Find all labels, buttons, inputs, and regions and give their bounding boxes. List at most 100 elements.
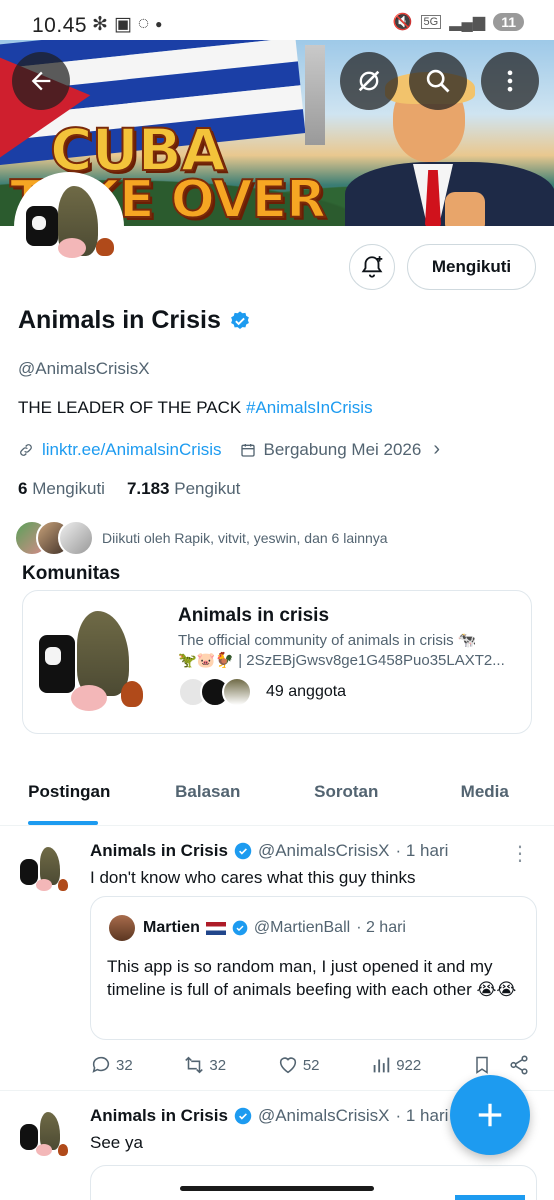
quoted-post[interactable]: Martien @MartienBall · 2 hari This app i… (90, 896, 537, 1040)
followers-count-value: 7.183 (126, 479, 170, 498)
community-description-line1: The official community of animals in cri… (178, 632, 477, 649)
more-options-button[interactable] (481, 52, 539, 110)
home-indicator[interactable] (180, 1186, 374, 1191)
quoted-post-header: Martien @MartienBall · 2 hari (143, 919, 406, 937)
quoted-post-text: This app is so random man, I just opened… (107, 957, 517, 999)
views-count: 922 (396, 1056, 422, 1074)
system-icons: 🔇 5G ▂▄▆ 11 (393, 12, 524, 32)
profile-meta: linktr.ee/AnimalsinCrisis Bergabung Mei … (18, 438, 440, 461)
signal-icon: ▂▄▆ (449, 14, 486, 31)
community-section-title: Komunitas (22, 563, 121, 584)
following-count-value: 6 (18, 479, 28, 498)
profile-handle: @AnimalsCrisisX (18, 359, 150, 378)
tab-replies[interactable]: Balasan (139, 770, 278, 825)
community-thumbnail (35, 603, 155, 723)
community-card[interactable]: Animals in crisis The official community… (22, 590, 532, 734)
screenshot-icon: ▣ (113, 14, 132, 35)
profile-bio: THE LEADER OF THE PACK #AnimalsInCrisis (18, 398, 373, 418)
post-author-handle: @AnimalsCrisisX (257, 1106, 390, 1125)
bell-plus-icon (361, 256, 383, 278)
profile-link[interactable]: linktr.ee/AnimalsinCrisis (42, 440, 222, 460)
quoted-author-name: Martien (143, 919, 200, 936)
share-icon[interactable] (508, 1054, 530, 1076)
post-text: See ya (90, 1133, 143, 1152)
tab-highlights[interactable]: Sorotan (277, 770, 416, 825)
quoted-author-avatar (109, 915, 135, 941)
search-icon (426, 69, 450, 93)
bio-hashtag[interactable]: #AnimalsInCrisis (246, 398, 373, 417)
status-bar: 10.45 ✻ ▣ ◌ ● 🔇 5G ▂▄▆ 11 (0, 0, 554, 40)
following-count-label: Mengikuti (32, 479, 105, 498)
following-count[interactable]: 6 Mengikuti (18, 479, 105, 499)
post-time: · 1 hari (395, 841, 449, 860)
battery-badge: 11 (493, 13, 524, 31)
like-count: 52 (302, 1056, 320, 1074)
post-avatar[interactable] (18, 843, 74, 899)
more-vertical-icon (507, 70, 513, 92)
reply-count: 32 (116, 1056, 133, 1074)
post-more-icon[interactable]: ⋮ (510, 841, 530, 866)
repost-count: 32 (209, 1056, 227, 1074)
heart-icon (279, 1057, 296, 1074)
notification-icons: ✻ ▣ ◌ ● (92, 13, 162, 36)
plus-icon (478, 1103, 502, 1127)
notification-bell-button[interactable] (349, 244, 395, 290)
community-description: The official community of animals in cri… (178, 631, 523, 671)
netherlands-flag-icon (205, 921, 226, 935)
member-avatar (222, 677, 252, 707)
repost-button[interactable]: 32 (183, 1054, 226, 1076)
reply-icon (92, 1056, 110, 1073)
link-icon (20, 443, 32, 456)
blue-element-peek (455, 1195, 525, 1200)
profile-name-row: Animals in Crisis (18, 306, 251, 335)
quoted-post-time: · 2 hari (356, 919, 406, 936)
grok-button[interactable] (340, 52, 398, 110)
followed-by-text: Diikuti oleh Rapik, vitvit, yeswin, dan … (102, 530, 388, 546)
community-name: Animals in crisis (178, 605, 330, 626)
community-member-count: 49 anggota (266, 683, 347, 700)
grok-icon (358, 70, 380, 92)
like-button[interactable]: 52 (277, 1054, 320, 1076)
followers-count[interactable]: 7.183 Pengikut (127, 479, 240, 499)
community-members: 49 anggota (178, 677, 346, 707)
network-label: 5G (420, 15, 442, 29)
mute-icon: 🔇 (392, 14, 413, 31)
followed-by-row[interactable]: Diikuti oleh Rapik, vitvit, yeswin, dan … (14, 520, 388, 556)
reply-button[interactable]: 32 (90, 1054, 133, 1076)
follower-avatar (58, 520, 94, 556)
post-avatar[interactable] (18, 1108, 74, 1164)
animals-avatar-graphic (18, 176, 120, 278)
profile-avatar[interactable] (14, 172, 124, 282)
post-author-name[interactable]: Animals in Crisis (90, 1106, 228, 1126)
bio-text: THE LEADER OF THE PACK (18, 398, 246, 417)
verified-badge-icon[interactable] (229, 310, 251, 332)
whatsapp-icon: ◌ (137, 13, 150, 34)
tab-media[interactable]: Media (416, 770, 554, 825)
search-button[interactable] (409, 52, 467, 110)
repost-icon (185, 1056, 204, 1074)
post-time: · 1 hari (395, 1106, 449, 1125)
bookmark-and-share (472, 1054, 530, 1076)
profile-name: Animals in Crisis (18, 306, 221, 334)
community-description-line2: 🦖🐷🐓 | 2SzEBjGwsv8ge1G458Puo35LAXT2... (178, 652, 505, 669)
post-author-name[interactable]: Animals in Crisis (90, 841, 228, 861)
post-header: Animals in Crisis @AnimalsCrisisX · 1 ha… (90, 841, 448, 861)
chevron-right-icon[interactable]: › (433, 438, 440, 461)
verified-badge-icon (234, 842, 252, 860)
verified-badge-icon (234, 1107, 252, 1125)
follow-counts: 6 Mengikuti 7.183 Pengikut (18, 479, 240, 499)
post-text: I don't know who cares what this guy thi… (90, 868, 416, 887)
back-arrow-icon (31, 71, 51, 91)
profile-tabs: Postingan Balasan Sorotan Media (0, 770, 554, 826)
tab-posts[interactable]: Postingan (0, 770, 139, 825)
bookmark-icon[interactable] (472, 1054, 492, 1076)
views-button[interactable]: 922 (370, 1054, 421, 1076)
post-header: Animals in Crisis @AnimalsCrisisX · 1 ha… (90, 1106, 448, 1126)
compose-button[interactable] (450, 1075, 530, 1155)
followers-count-label: Pengikut (174, 479, 241, 498)
verified-badge-icon (232, 920, 248, 936)
following-button[interactable]: Mengikuti (407, 244, 536, 290)
post-author-handle: @AnimalsCrisisX (257, 841, 390, 860)
back-button[interactable] (12, 52, 70, 110)
post-actions: 32 32 52 922 (90, 1054, 530, 1076)
